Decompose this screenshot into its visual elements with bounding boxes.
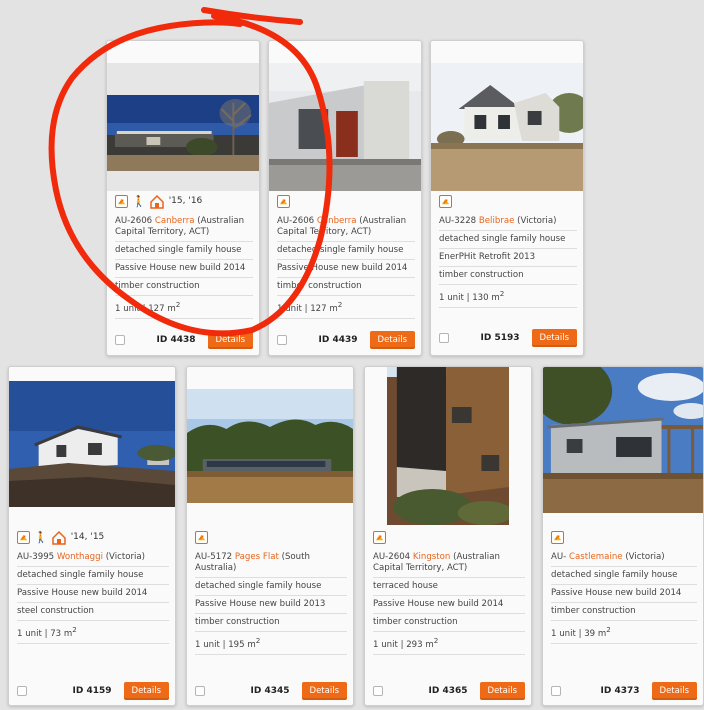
construction: timber construction	[551, 603, 697, 621]
building-type: detached single family house	[277, 242, 415, 260]
standard: Passive House new build 2014	[373, 596, 525, 614]
construction: timber construction	[277, 278, 415, 296]
standard: Passive House new build 2013	[195, 596, 347, 614]
person-icon: 🚶	[34, 530, 48, 544]
project-id: ID 4373	[600, 686, 640, 696]
building-type: detached single family house	[17, 567, 169, 585]
location: AU-5172 Pages Flat (South Australia)	[195, 549, 347, 578]
project-id: ID 4159	[72, 686, 112, 696]
certification-years: '14, '15	[70, 532, 105, 542]
location: AU-2606 Canberra (Australian Capital Ter…	[277, 213, 415, 242]
construction: timber construction	[115, 278, 253, 296]
project-photo[interactable]	[269, 63, 421, 191]
details-button[interactable]: Details	[301, 682, 347, 700]
compare-checkbox[interactable]	[115, 335, 125, 345]
building-type: terraced house	[373, 578, 525, 596]
passive-house-certified-icon	[17, 530, 30, 544]
units-area: 1 unit | 127 m2	[115, 296, 253, 319]
units-area: 1 unit | 293 m2	[373, 632, 525, 655]
city-link[interactable]: Canberra	[317, 216, 357, 226]
details-button[interactable]: Details	[123, 682, 169, 700]
city-link[interactable]: Canberra	[155, 216, 195, 226]
project-id: ID 4438	[156, 335, 196, 345]
project-card[interactable]: AU-5172 Pages Flat (South Australia) det…	[186, 366, 354, 706]
passive-house-certified-icon	[277, 194, 290, 208]
city-link[interactable]: Kingston	[413, 552, 450, 562]
standard: Passive House new build 2014	[17, 585, 169, 603]
compare-checkbox[interactable]	[277, 335, 287, 345]
standard: EnerPHit Retrofit 2013	[439, 249, 577, 267]
city-link[interactable]: Pages Flat	[235, 552, 279, 562]
project-id: ID 4365	[428, 686, 468, 696]
building-type: detached single family house	[195, 578, 347, 596]
compare-checkbox[interactable]	[195, 686, 205, 696]
details-button[interactable]: Details	[651, 682, 697, 700]
compare-checkbox[interactable]	[439, 333, 449, 343]
city-link[interactable]: Wonthaggi	[57, 552, 103, 562]
units-area: 1 unit | 73 m2	[17, 621, 169, 644]
certification-years: '15, '16	[168, 196, 203, 206]
units-area: 1 unit | 130 m2	[439, 285, 577, 308]
project-card[interactable]: AU-2606 Canberra (Australian Capital Ter…	[268, 40, 422, 356]
construction: timber construction	[195, 614, 347, 632]
project-photo[interactable]	[107, 63, 259, 191]
project-photo[interactable]	[543, 367, 703, 513]
project-photo[interactable]	[387, 367, 509, 525]
project-photo[interactable]	[9, 381, 175, 507]
city-link[interactable]: Belibrae	[479, 216, 515, 226]
details-button[interactable]: Details	[531, 329, 577, 347]
house-outline-icon	[149, 194, 164, 209]
compare-checkbox[interactable]	[551, 686, 561, 696]
building-type: detached single family house	[551, 567, 697, 585]
person-icon: 🚶	[132, 194, 146, 208]
house-outline-icon	[51, 530, 66, 545]
details-button[interactable]: Details	[369, 331, 415, 349]
project-id: ID 4439	[318, 335, 358, 345]
units-area: 1 unit | 127 m2	[277, 296, 415, 319]
project-card[interactable]: AU-2604 Kingston (Australian Capital Ter…	[364, 366, 532, 706]
standard: Passive House new build 2014	[115, 260, 253, 278]
project-card[interactable]: 🚶 '15, '16 AU-2606 Canberra (Australian …	[106, 40, 260, 356]
building-type: detached single family house	[115, 242, 253, 260]
passive-house-certified-icon	[439, 194, 452, 208]
compare-checkbox[interactable]	[17, 686, 27, 696]
units-area: 1 unit | 39 m2	[551, 621, 697, 644]
location: AU-3228 Belibrae (Victoria)	[439, 213, 577, 231]
location: AU- Castlemaine (Victoria)	[551, 549, 697, 567]
passive-house-certified-icon	[373, 530, 386, 544]
construction: timber construction	[439, 267, 577, 285]
city-link[interactable]: Castlemaine	[569, 552, 623, 562]
project-photo[interactable]	[187, 389, 353, 503]
passive-house-certified-icon	[115, 194, 128, 208]
passive-house-certified-icon	[195, 530, 208, 544]
building-type: detached single family house	[439, 231, 577, 249]
details-button[interactable]: Details	[479, 682, 525, 700]
location: AU-2606 Canberra (Australian Capital Ter…	[115, 213, 253, 242]
details-button[interactable]: Details	[207, 331, 253, 349]
standard: Passive House new build 2014	[277, 260, 415, 278]
construction: steel construction	[17, 603, 169, 621]
project-id: ID 5193	[480, 333, 520, 343]
passive-house-certified-icon	[551, 530, 564, 544]
compare-checkbox[interactable]	[373, 686, 383, 696]
project-card[interactable]: 🚶 '14, '15 AU-3995 Wonthaggi (Victoria) …	[8, 366, 176, 706]
project-id: ID 4345	[250, 686, 290, 696]
project-photo[interactable]	[431, 63, 583, 191]
units-area: 1 unit | 195 m2	[195, 632, 347, 655]
location: AU-3995 Wonthaggi (Victoria)	[17, 549, 169, 567]
project-card[interactable]: AU-3228 Belibrae (Victoria) detached sin…	[430, 40, 584, 356]
project-card[interactable]: AU- Castlemaine (Victoria) detached sing…	[542, 366, 704, 706]
standard: Passive House new build 2014	[551, 585, 697, 603]
location: AU-2604 Kingston (Australian Capital Ter…	[373, 549, 525, 578]
construction: timber construction	[373, 614, 525, 632]
